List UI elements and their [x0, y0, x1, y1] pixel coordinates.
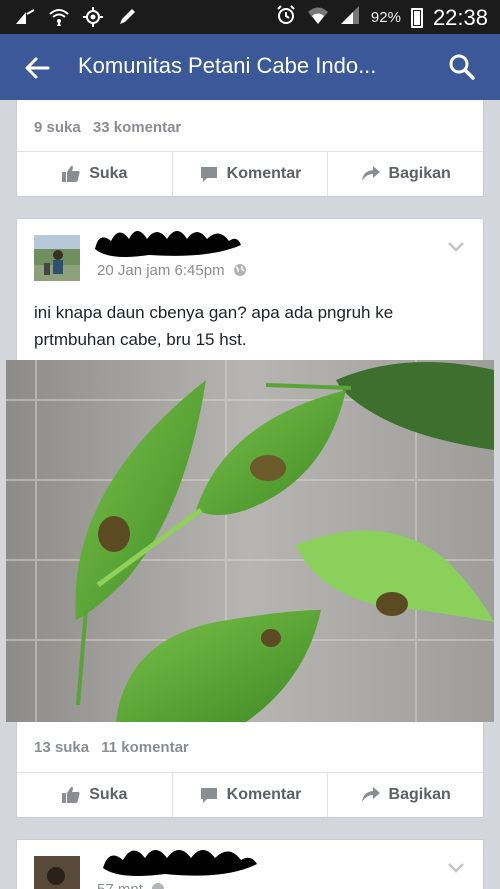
author-avatar[interactable] [34, 235, 80, 281]
post-card-previous: 9 suka 33 komentar Suka Komentar Bagikan [16, 100, 484, 197]
like-button[interactable]: Suka [17, 152, 173, 196]
comment-label: Komentar [226, 165, 302, 182]
post-timestamp[interactable]: 57 mnt [97, 881, 165, 889]
share-icon [361, 787, 380, 802]
signal-strength-icon [14, 6, 36, 33]
share-label: Bagikan [388, 165, 451, 182]
globe-icon [233, 264, 246, 276]
wifi-hotspot-icon [48, 6, 70, 33]
pencil-icon [116, 6, 138, 33]
battery-percent: 92% [370, 9, 401, 26]
search-button[interactable] [446, 51, 478, 83]
battery-icon [410, 7, 423, 28]
likes-count[interactable]: 9 suka [34, 119, 81, 136]
comments-count[interactable]: 33 komentar [93, 119, 181, 136]
thumbs-up-icon [62, 165, 80, 182]
search-icon [449, 54, 475, 80]
post-card-next: 57 mnt [16, 839, 484, 889]
comment-label: Komentar [226, 786, 302, 803]
comment-button[interactable]: Komentar [173, 773, 329, 817]
back-button[interactable] [20, 51, 54, 85]
post-time-text: 57 mnt [97, 881, 143, 889]
post-timestamp[interactable]: 20 Jan jam 6:45pm [97, 262, 247, 279]
share-icon [361, 166, 380, 181]
clock-time: 22:38 [432, 4, 488, 30]
wifi-icon [307, 4, 329, 31]
alarm-icon [275, 4, 297, 31]
chevron-down-icon[interactable] [447, 241, 465, 253]
share-button[interactable]: Bagikan [328, 773, 483, 817]
comment-icon [200, 167, 217, 182]
comment-button[interactable]: Komentar [173, 152, 329, 196]
share-label: Bagikan [388, 786, 451, 803]
comments-count[interactable]: 11 komentar [101, 739, 189, 756]
group-title: Komunitas Petani Cabe Indo... [78, 53, 377, 78]
redacted-author-name [95, 231, 241, 257]
location-icon [82, 6, 104, 33]
post-stats: 9 suka 33 komentar [34, 119, 189, 136]
author-avatar[interactable] [34, 856, 80, 889]
app-bar: Komunitas Petani Cabe Indo... [0, 34, 500, 100]
post-photo[interactable] [6, 360, 494, 722]
back-arrow-icon [25, 57, 50, 79]
globe-icon [151, 883, 164, 889]
like-label: Suka [89, 165, 128, 182]
cell-signal-icon [339, 4, 361, 31]
thumbs-up-icon [62, 786, 80, 803]
share-button[interactable]: Bagikan [328, 152, 483, 196]
redacted-author-name [103, 850, 257, 876]
post-actions: Suka Komentar Bagikan [17, 151, 483, 196]
like-button[interactable]: Suka [17, 773, 173, 817]
comment-icon [200, 788, 217, 803]
post-stats: 13 suka 11 komentar [34, 739, 197, 756]
like-label: Suka [89, 786, 128, 803]
post-actions: Suka Komentar Bagikan [17, 772, 483, 817]
post-time-text: 20 Jan jam 6:45pm [97, 262, 225, 279]
chevron-down-icon[interactable] [447, 862, 465, 874]
likes-count[interactable]: 13 suka [34, 739, 89, 756]
post-message: ini knapa daun cbenya gan? apa ada pngru… [34, 303, 394, 349]
status-bar: 92% 22:38 [0, 0, 500, 34]
